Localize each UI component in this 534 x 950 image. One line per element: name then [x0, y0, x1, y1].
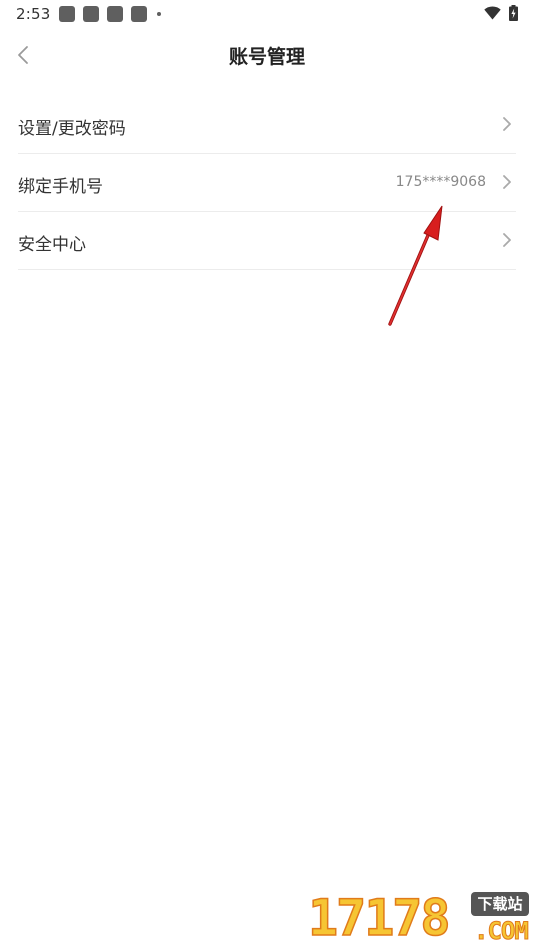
- chevron-right-icon: [503, 175, 511, 189]
- chevron-right-icon: [503, 233, 511, 247]
- status-time: 2:53: [16, 5, 51, 23]
- watermark-badge: 下载站: [471, 892, 529, 916]
- list-item-label: 安全中心: [18, 235, 86, 255]
- wifi-icon: [484, 6, 501, 20]
- list-item-change-password[interactable]: 设置/更改密码: [18, 96, 516, 154]
- list-item-label: 设置/更改密码: [18, 119, 126, 139]
- watermark-domain: .COM: [474, 917, 530, 946]
- notification-icon: [83, 6, 99, 22]
- more-notifications-dot-icon: [157, 12, 161, 16]
- notification-icon: [131, 6, 147, 22]
- notification-icon: [107, 6, 123, 22]
- phone-number-value: 175****9068: [395, 174, 486, 190]
- status-bar: 2:53: [0, 0, 534, 28]
- chevron-right-icon: [503, 117, 511, 131]
- watermark-digits: 17178: [307, 888, 451, 948]
- page-title: 账号管理: [228, 46, 305, 68]
- list-item-label: 绑定手机号: [18, 177, 103, 197]
- notification-icons: [59, 5, 161, 23]
- annotation-arrow-icon: [388, 205, 443, 326]
- notification-icon: [59, 6, 75, 22]
- battery-charging-icon: [509, 5, 518, 21]
- nav-bar: 账号管理: [0, 28, 534, 84]
- watermark-logo: 17178 下载站 .COM: [307, 888, 532, 948]
